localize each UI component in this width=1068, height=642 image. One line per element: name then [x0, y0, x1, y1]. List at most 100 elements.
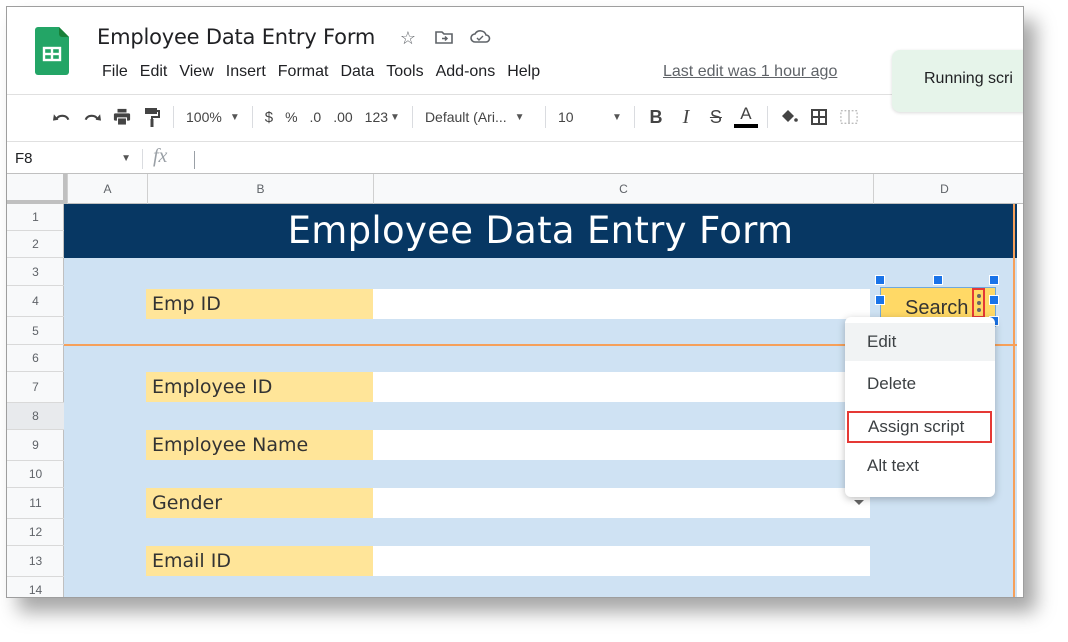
row-headers: 1 2 3 4 5 6 7 8 9 10 11 12 13 14: [7, 204, 64, 597]
spreadsheet-window: Employee Data Entry Form ☆ File Edit Vie…: [6, 6, 1024, 598]
row-header-14[interactable]: 14: [7, 577, 64, 597]
row-header-12[interactable]: 12: [7, 519, 64, 546]
running-script-toast: Running scri: [892, 50, 1023, 112]
last-edit-link[interactable]: Last edit was 1 hour ago: [663, 61, 837, 83]
row-header-1[interactable]: 1: [7, 204, 64, 231]
emp-id-input[interactable]: [373, 289, 870, 319]
italic-button[interactable]: I: [671, 102, 701, 132]
gender-dropdown[interactable]: [373, 488, 870, 518]
text-color-button[interactable]: A: [731, 102, 761, 132]
context-menu: Edit Delete Assign script Alt text: [845, 317, 995, 497]
row-header-6[interactable]: 6: [7, 345, 64, 372]
menu-addons[interactable]: Add-ons: [430, 61, 502, 83]
chevron-down-icon: ▼: [229, 111, 240, 123]
font-size-value: 10: [557, 109, 574, 125]
font-family-dropdown[interactable]: Default (Ari... ▼: [419, 102, 539, 132]
cloud-saved-icon[interactable]: [469, 27, 491, 49]
toast-text: Running scri: [924, 70, 1013, 87]
menu-edit[interactable]: Edit: [134, 61, 174, 83]
toolbar-separator: [544, 106, 546, 128]
divider: [142, 149, 143, 169]
undo-icon[interactable]: [47, 102, 77, 132]
font-size-dropdown[interactable]: 10 ▼: [552, 102, 628, 132]
more-options-icon[interactable]: [972, 288, 985, 318]
resize-handle[interactable]: [933, 275, 943, 285]
chevron-down-icon: ▼: [514, 111, 525, 123]
row-header-2[interactable]: 2: [7, 231, 64, 258]
menu-view[interactable]: View: [173, 61, 219, 83]
column-header-a[interactable]: A: [67, 174, 147, 204]
employee-name-label: Employee Name: [146, 430, 373, 460]
toolbar-separator: [766, 106, 768, 128]
employee-name-input[interactable]: [373, 430, 870, 460]
menu-insert[interactable]: Insert: [220, 61, 272, 83]
borders-icon[interactable]: [804, 102, 834, 132]
row-header-3[interactable]: 3: [7, 258, 64, 286]
select-all-corner[interactable]: [7, 174, 67, 204]
menu-help[interactable]: Help: [501, 61, 546, 83]
row-header-8[interactable]: 8: [7, 403, 64, 430]
menu-bar: File Edit View Insert Format Data Tools …: [96, 61, 546, 83]
zoom-value: 100%: [186, 109, 222, 125]
toolbar-separator: [251, 106, 253, 128]
function-icon: fx: [153, 145, 168, 167]
divider: [7, 141, 1023, 142]
row-header-7[interactable]: 7: [7, 372, 64, 403]
menu-file[interactable]: File: [96, 61, 134, 83]
font-family-value: Default (Ari...: [424, 109, 507, 125]
email-id-input[interactable]: [373, 546, 870, 576]
form-banner: Employee Data Entry Form: [64, 204, 1017, 258]
row-header-4[interactable]: 4: [7, 286, 64, 317]
print-icon[interactable]: [107, 102, 137, 132]
employee-id-label: Employee ID: [146, 372, 373, 402]
star-icon[interactable]: ☆: [397, 27, 419, 49]
emp-id-label: Emp ID: [146, 289, 373, 319]
menu-item-delete[interactable]: Delete: [845, 365, 995, 403]
column-header-d[interactable]: D: [873, 174, 1015, 204]
document-title[interactable]: Employee Data Entry Form: [97, 25, 375, 49]
bold-button[interactable]: B: [641, 102, 671, 132]
menu-item-alt-text[interactable]: Alt text: [845, 447, 995, 485]
formula-input[interactable]: [194, 151, 195, 169]
section-border: [1013, 204, 1015, 597]
toolbar-separator: [173, 106, 174, 128]
toolbar-separator: [633, 106, 635, 128]
column-header-c[interactable]: C: [373, 174, 873, 204]
menu-tools[interactable]: Tools: [380, 61, 429, 83]
menu-format[interactable]: Format: [272, 61, 335, 83]
column-header-b[interactable]: B: [147, 174, 373, 204]
currency-format-button[interactable]: $: [259, 102, 279, 132]
percent-format-button[interactable]: %: [279, 102, 303, 132]
column-headers: A B C D: [7, 173, 1023, 204]
row-header-5[interactable]: 5: [7, 317, 64, 345]
merge-cells-icon[interactable]: [834, 102, 864, 132]
resize-handle[interactable]: [875, 295, 885, 305]
row-header-10[interactable]: 10: [7, 461, 64, 488]
form-title: Employee Data Entry Form: [287, 209, 794, 252]
resize-handle[interactable]: [989, 295, 999, 305]
more-formats-dropdown[interactable]: 123 ▼: [359, 102, 406, 132]
move-to-folder-icon[interactable]: [433, 27, 455, 49]
decrease-decimal-button[interactable]: .0: [304, 102, 328, 132]
row-header-11[interactable]: 11: [7, 488, 64, 519]
redo-icon[interactable]: [77, 102, 107, 132]
dropdown-arrow-icon[interactable]: [854, 500, 864, 505]
employee-id-input[interactable]: [373, 372, 870, 402]
increase-decimal-button[interactable]: .00: [327, 102, 358, 132]
chevron-down-icon: ▼: [390, 111, 400, 123]
resize-handle[interactable]: [989, 275, 999, 285]
row-header-13[interactable]: 13: [7, 546, 64, 577]
name-box[interactable]: F8 ▼: [15, 148, 137, 170]
toolbar-separator: [411, 106, 413, 128]
resize-handle[interactable]: [875, 275, 885, 285]
text-color-icon: A: [740, 104, 752, 123]
row-header-9[interactable]: 9: [7, 430, 64, 461]
zoom-dropdown[interactable]: 100% ▼: [180, 102, 246, 132]
menu-item-edit[interactable]: Edit: [845, 323, 995, 361]
strikethrough-button[interactable]: S: [701, 102, 731, 132]
menu-item-assign-script[interactable]: Assign script: [847, 411, 992, 443]
fill-color-icon[interactable]: [774, 102, 804, 132]
menu-data[interactable]: Data: [334, 61, 380, 83]
google-sheets-logo-icon[interactable]: [35, 27, 69, 75]
paint-format-icon[interactable]: [137, 102, 167, 132]
